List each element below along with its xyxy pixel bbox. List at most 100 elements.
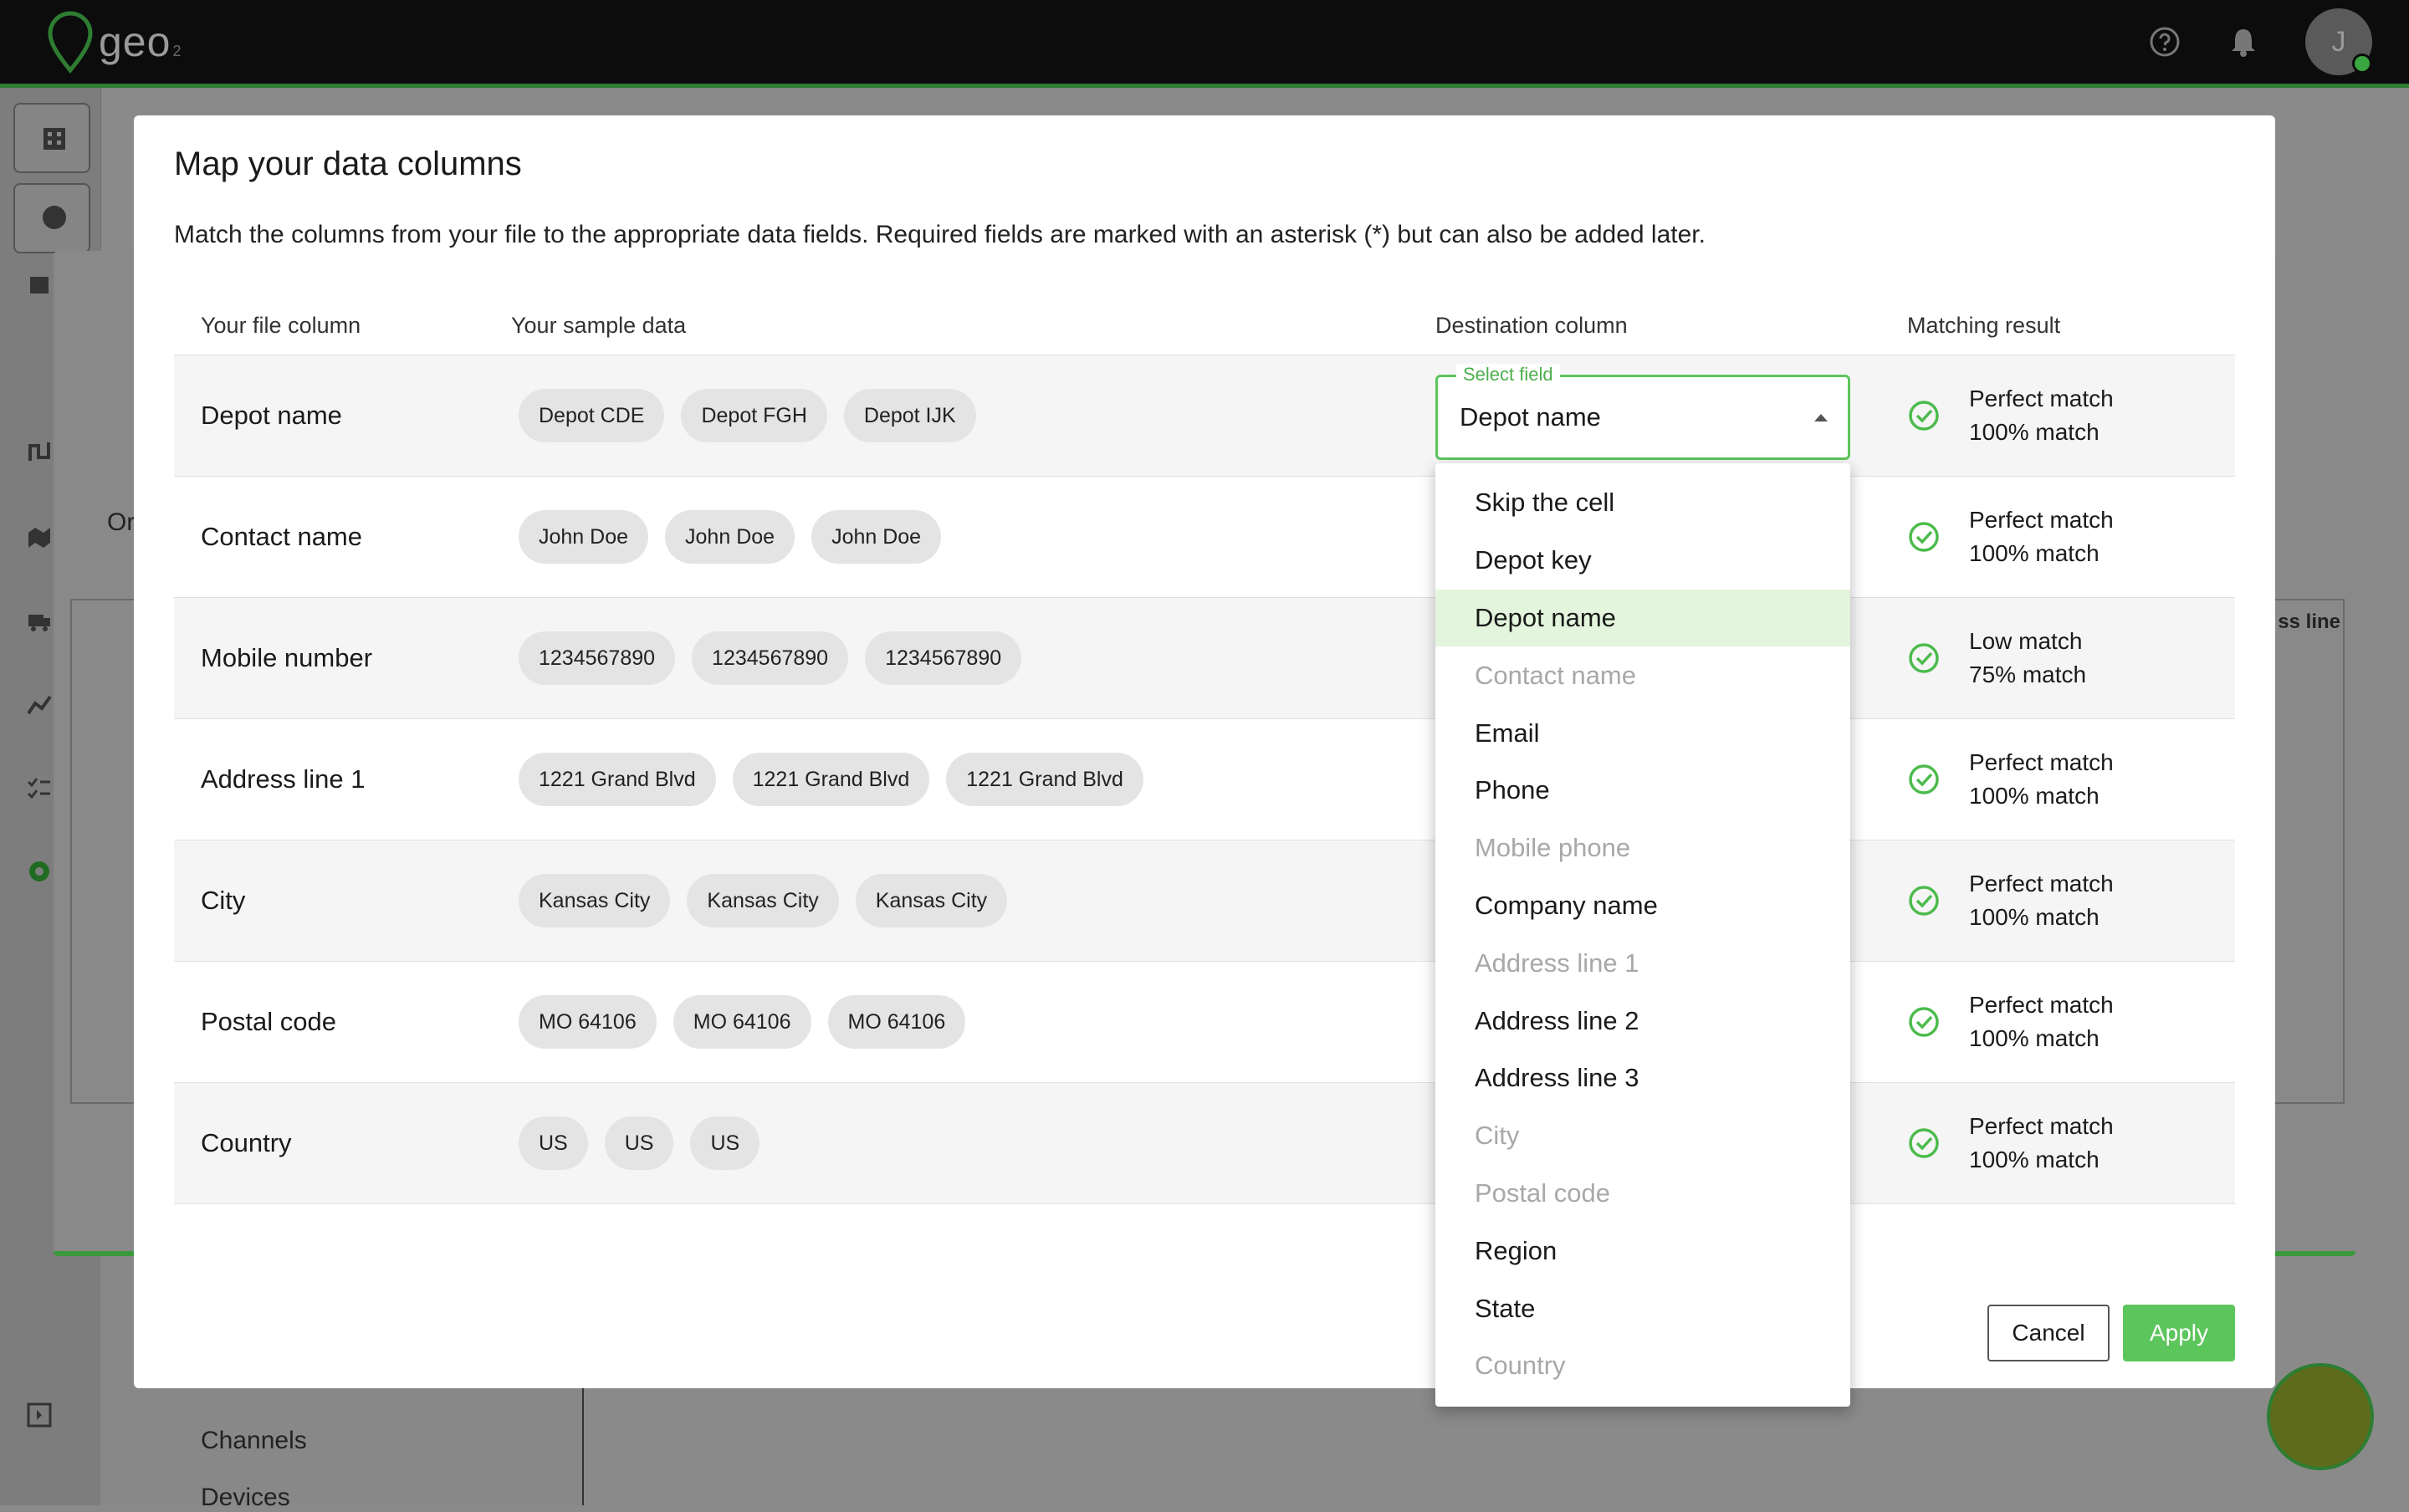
sample-chip: John Doe <box>665 510 795 564</box>
sample-chip: 1221 Grand Blvd <box>732 753 930 806</box>
dropdown-option[interactable]: Phone <box>1435 762 1850 820</box>
route-icon[interactable] <box>25 437 54 466</box>
dialog-description: Match the columns from your file to the … <box>174 221 1706 248</box>
file-column-name: Depot name <box>201 401 342 430</box>
table-row: Address line 1 1221 Grand Blvd 1221 Gran… <box>174 719 2235 840</box>
match-title: Perfect match <box>1969 992 2114 1018</box>
dropdown-option[interactable]: Depot key <box>1435 532 1850 590</box>
dropdown-option[interactable]: Email <box>1435 704 1850 762</box>
app-logo[interactable]: geo 2 <box>47 10 181 74</box>
check-circle-icon <box>1909 401 1939 431</box>
dropdown-option[interactable]: Address line 2 <box>1435 992 1850 1050</box>
cube-icon[interactable] <box>25 270 54 299</box>
sample-chip: Kansas City <box>519 874 671 927</box>
ai-assistant-button[interactable] <box>2267 1363 2374 1470</box>
user-avatar[interactable]: J <box>2305 8 2372 75</box>
map-icon[interactable] <box>25 523 54 551</box>
file-column-name: City <box>201 886 246 915</box>
truck-icon[interactable] <box>25 606 54 635</box>
mapping-table: Depot name Depot CDE Depot FGH Depot IJK… <box>174 355 2235 1204</box>
dropdown-option[interactable]: State <box>1435 1280 1850 1337</box>
file-column-name: Mobile number <box>201 643 373 672</box>
table-row: Country US US US Perfect match 100% match <box>174 1083 2235 1204</box>
sample-chip: Kansas City <box>855 874 1008 927</box>
top-bar: geo 2 J <box>0 0 2409 88</box>
destination-dropdown: Skip the cell Depot key Depot name Conta… <box>1435 463 1850 1407</box>
analytics-icon[interactable] <box>25 690 54 718</box>
tasks-icon[interactable] <box>25 774 54 802</box>
side-nav-buildings[interactable] <box>13 103 90 173</box>
match-title: Low match <box>1969 628 2083 654</box>
sample-chip: Depot FGH <box>681 389 827 442</box>
header-matching-result: Matching result <box>1907 313 2061 338</box>
collapse-sidebar-icon[interactable] <box>25 1401 54 1429</box>
match-result: Perfect match 100% match <box>1907 840 2114 961</box>
cancel-button[interactable]: Cancel <box>1987 1305 2110 1361</box>
location-pin-icon <box>48 11 93 74</box>
match-title: Perfect match <box>1969 749 2114 775</box>
sample-chip: MO 64106 <box>827 995 966 1049</box>
sample-chip: US <box>604 1116 674 1170</box>
sample-chip: US <box>690 1116 760 1170</box>
match-result: Perfect match 100% match <box>1907 962 2114 1082</box>
file-column-name: Contact name <box>201 522 362 551</box>
sample-chip: Depot IJK <box>843 389 976 442</box>
dropdown-option-selected[interactable]: Depot name <box>1435 589 1850 647</box>
file-column-name: Postal code <box>201 1007 336 1036</box>
dialog-title: Map your data columns <box>174 146 522 182</box>
match-title: Perfect match <box>1969 1113 2114 1139</box>
dropdown-option[interactable]: Address line 3 <box>1435 1050 1850 1107</box>
match-title: Perfect match <box>1969 507 2114 533</box>
dropdown-option-disabled: Address line 1 <box>1475 948 1639 978</box>
match-percentage: 100% match <box>1969 783 2100 809</box>
dropdown-option[interactable]: Company name <box>1435 877 1850 935</box>
side-nav-globe[interactable] <box>13 183 90 253</box>
table-row: Mobile number 1234567890 1234567890 1234… <box>174 598 2235 719</box>
header-sample-data: Your sample data <box>511 313 687 338</box>
map-columns-dialog: Map your data columns Match the columns … <box>134 115 2275 1407</box>
match-percentage: 100% match <box>1969 1025 2100 1051</box>
sub-nav-item-channels[interactable]: Channels <box>201 1427 307 1455</box>
globe-icon <box>43 206 66 229</box>
settings-gear-icon[interactable] <box>25 857 54 886</box>
file-column-name: Address line 1 <box>201 764 366 794</box>
sub-nav-item-devices[interactable]: Devices <box>201 1484 290 1512</box>
check-circle-icon <box>1909 1128 1939 1158</box>
sample-chip: 1234567890 <box>519 631 676 685</box>
dropdown-option[interactable]: Region <box>1435 1222 1850 1280</box>
help-icon[interactable] <box>2148 25 2181 59</box>
caret-up-icon <box>1814 414 1828 421</box>
destination-select[interactable]: Select field Depot name <box>1435 364 1850 460</box>
table-row: City Kansas City Kansas City Kansas City… <box>174 840 2235 962</box>
sample-chip: Kansas City <box>687 874 839 927</box>
dropdown-option-disabled: Mobile phone <box>1475 833 1631 863</box>
match-title: Perfect match <box>1969 386 2114 411</box>
check-circle-icon <box>1909 522 1939 552</box>
sample-chip: John Doe <box>519 510 649 564</box>
match-percentage: 75% match <box>1969 662 2087 687</box>
match-title: Perfect match <box>1969 871 2114 896</box>
avatar-initial: J <box>2331 25 2346 58</box>
dropdown-option-disabled: Postal code <box>1475 1177 1610 1208</box>
table-row: Postal code MO 64106 MO 64106 MO 64106 P… <box>174 962 2235 1083</box>
header-destination-column: Destination column <box>1435 313 1628 338</box>
notification-bell-icon[interactable] <box>2227 25 2260 59</box>
apply-button[interactable]: Apply <box>2123 1305 2235 1361</box>
sample-chip: Depot CDE <box>519 389 665 442</box>
sample-chip: John Doe <box>811 510 942 564</box>
table-row: Depot name Depot CDE Depot FGH Depot IJK… <box>174 355 2235 477</box>
dropdown-option-disabled: Contact name <box>1475 660 1636 690</box>
dropdown-option[interactable]: Skip the cell <box>1435 474 1850 532</box>
match-percentage: 100% match <box>1969 1147 2100 1172</box>
check-circle-icon <box>1909 643 1939 673</box>
sample-chip: MO 64106 <box>519 995 657 1049</box>
match-result: Perfect match 100% match <box>1907 1083 2114 1203</box>
match-result: Low match 75% match <box>1907 598 2086 718</box>
sample-chip: US <box>519 1116 588 1170</box>
logo-subscript: 2 <box>172 42 182 59</box>
check-circle-icon <box>1909 886 1939 916</box>
background-partial-text: Or <box>107 508 136 536</box>
logo-text: geo <box>99 18 171 65</box>
dropdown-option-disabled: Country <box>1475 1351 1566 1381</box>
building-icon <box>43 128 65 150</box>
